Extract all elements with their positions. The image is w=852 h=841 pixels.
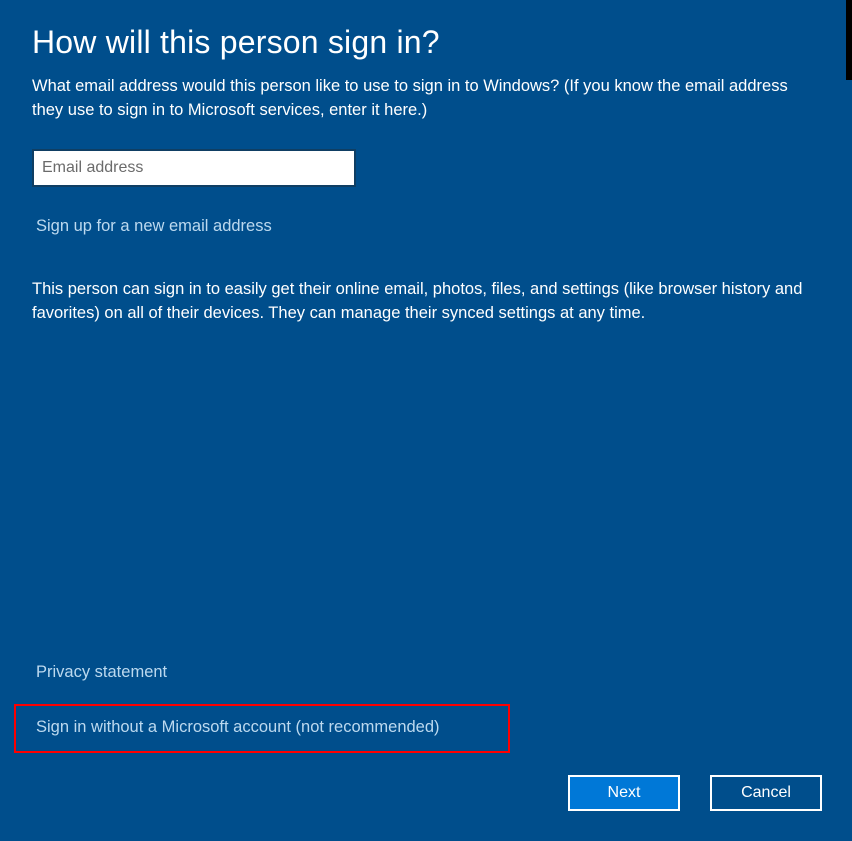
privacy-statement-link[interactable]: Privacy statement bbox=[36, 663, 167, 682]
sync-info-text: This person can sign in to easily get th… bbox=[32, 278, 820, 326]
bottom-links: Privacy statement Sign in without a Micr… bbox=[36, 663, 510, 753]
next-button[interactable]: Next bbox=[568, 775, 680, 811]
dialog-button-row: Next Cancel bbox=[568, 775, 822, 811]
dialog-content: How will this person sign in? What email… bbox=[0, 0, 852, 326]
dialog-heading: How will this person sign in? bbox=[32, 24, 820, 61]
signup-new-email-link[interactable]: Sign up for a new email address bbox=[36, 217, 272, 236]
sign-in-without-account-link[interactable]: Sign in without a Microsoft account (not… bbox=[24, 718, 440, 737]
email-input[interactable] bbox=[32, 149, 356, 187]
cancel-button[interactable]: Cancel bbox=[710, 775, 822, 811]
highlight-box: Sign in without a Microsoft account (not… bbox=[14, 704, 510, 753]
window-scrollbar-edge bbox=[846, 0, 852, 80]
dialog-subtext: What email address would this person lik… bbox=[32, 75, 820, 123]
